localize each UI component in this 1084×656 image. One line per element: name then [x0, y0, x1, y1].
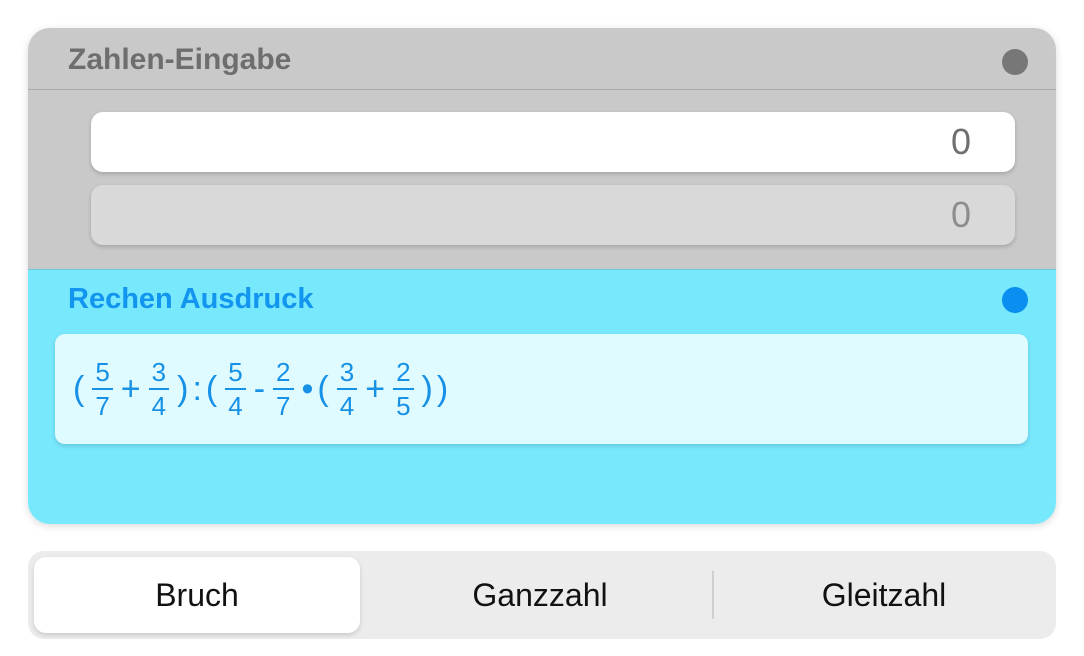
- calculator-card: Zahlen-Eingabe 0 0 Rechen Ausdruck ( 5 7…: [28, 28, 1056, 524]
- close-paren: ): [436, 369, 449, 408]
- primary-number-field[interactable]: 0: [91, 112, 1015, 172]
- primary-number-value: 0: [950, 121, 971, 162]
- fraction-denominator: 4: [151, 391, 167, 421]
- fraction-denominator: 4: [228, 391, 243, 421]
- mode-option-float[interactable]: Gleitzahl: [714, 557, 1054, 633]
- fraction-denominator: 4: [339, 391, 355, 421]
- number-input-title: Zahlen-Eingabe: [68, 43, 292, 76]
- divide-operator: :: [192, 369, 202, 408]
- fraction: 3 4: [148, 359, 170, 421]
- secondary-number-value: 0: [950, 194, 971, 235]
- section-divider: [28, 89, 1056, 90]
- fraction: 5 4: [225, 359, 246, 421]
- fraction-denominator: 5: [396, 391, 411, 421]
- plus-operator: +: [365, 369, 386, 408]
- open-paren: (: [73, 369, 85, 408]
- fraction-numerator: 2: [273, 359, 294, 390]
- number-input-section: Zahlen-Eingabe 0 0: [28, 28, 1056, 269]
- fraction-numerator: 2: [393, 359, 414, 390]
- fraction-denominator: 7: [276, 391, 291, 421]
- close-paren: ): [177, 369, 189, 408]
- open-paren: (: [205, 369, 218, 408]
- fraction-denominator: 7: [95, 391, 110, 421]
- fraction-numerator: 5: [225, 359, 246, 390]
- fraction: 2 5: [393, 359, 414, 421]
- fraction-numerator: 3: [148, 359, 170, 390]
- mode-option-fraction[interactable]: Bruch: [34, 557, 360, 633]
- fraction-numerator: 5: [92, 359, 113, 390]
- minus-operator: -: [253, 369, 266, 408]
- open-paren: (: [317, 369, 329, 408]
- mode-option-integer[interactable]: Ganzzahl: [370, 557, 710, 633]
- fraction: 2 7: [273, 359, 294, 421]
- fraction: 3 4: [336, 359, 358, 421]
- expression-indicator-dot[interactable]: [1002, 287, 1028, 313]
- plus-operator: +: [120, 369, 141, 408]
- secondary-number-field[interactable]: 0: [91, 185, 1015, 245]
- number-mode-selector: Bruch Ganzzahl Gleitzahl: [28, 551, 1056, 639]
- expression-field[interactable]: ( 5 7 + 3 4 ) : ( 5 4 - 2 7 • (3 4 + 2 …: [55, 334, 1028, 444]
- expression-title: Rechen Ausdruck: [68, 283, 314, 315]
- close-paren: ): [421, 369, 433, 408]
- multiply-operator: •: [301, 369, 314, 408]
- fraction: 5 7: [92, 359, 113, 421]
- expression-section: Rechen Ausdruck ( 5 7 + 3 4 ) : ( 5 4 - …: [28, 269, 1056, 524]
- number-input-indicator-dot[interactable]: [1002, 49, 1028, 75]
- fraction-numerator: 3: [336, 359, 358, 390]
